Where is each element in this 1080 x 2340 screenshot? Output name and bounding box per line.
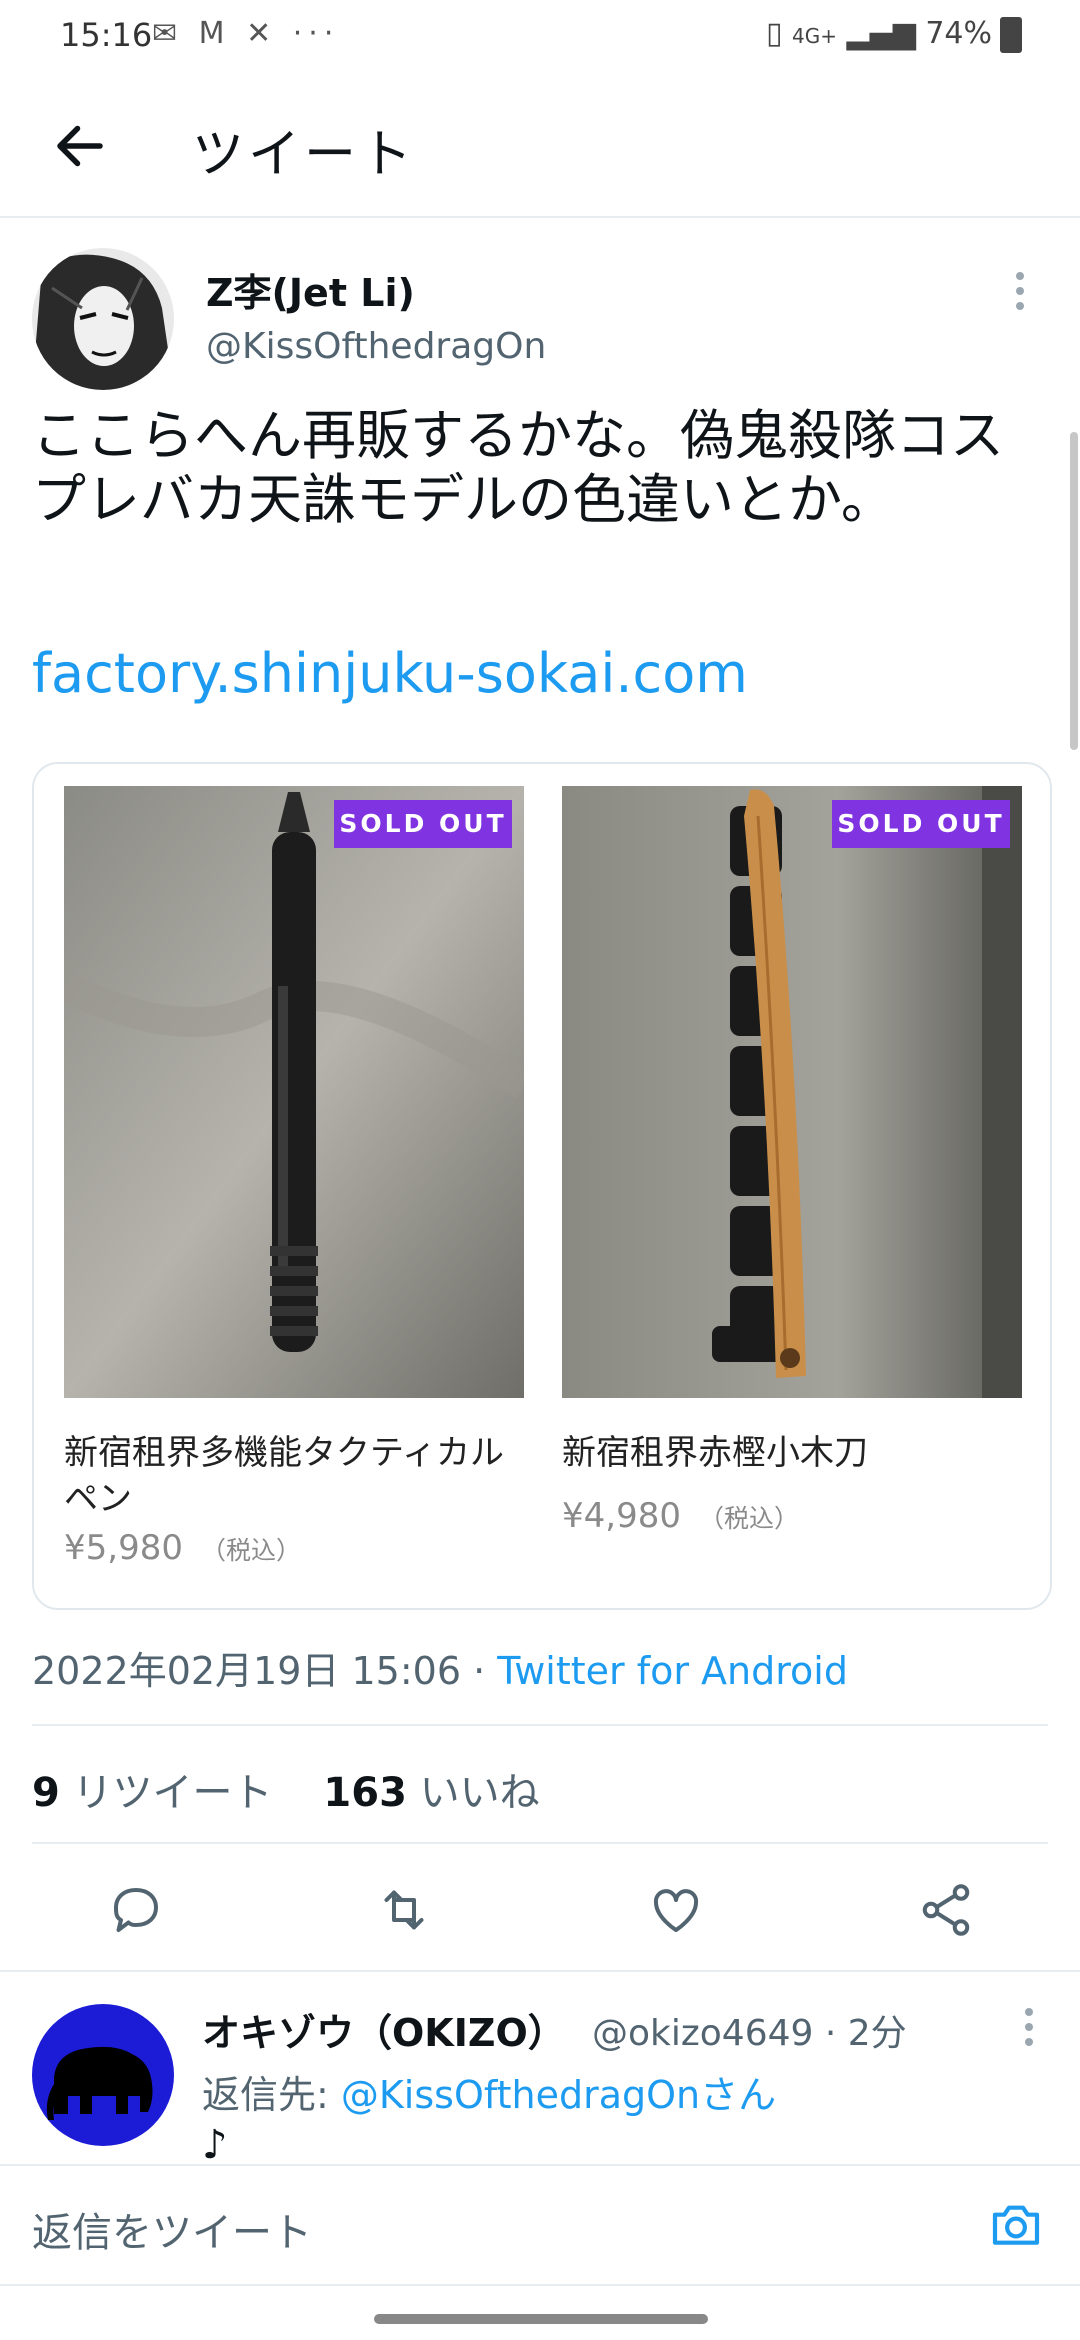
share-icon[interactable]	[916, 1880, 976, 1940]
product-name[interactable]: 新宿租界多機能タクティカルペン	[64, 1430, 524, 1522]
like-icon[interactable]	[646, 1880, 706, 1940]
more-options-icon[interactable]	[1014, 272, 1026, 317]
retweet-icon[interactable]	[374, 1880, 434, 1940]
vibrate-icon: ▯	[765, 16, 783, 51]
author-name[interactable]: Z李(Jet Li)	[206, 262, 415, 317]
retweet-label: リツイート	[72, 1770, 273, 1816]
tweet-meta: 2022年02月19日 15:06 · Twitter for Android	[32, 1640, 848, 1695]
back-arrow-icon[interactable]	[50, 116, 110, 176]
tweet-source[interactable]: Twitter for Android	[497, 1649, 848, 1693]
tweet-text: ここらへん再販するかな。偽鬼殺隊コスプレバカ天誅モデルの色違いとか。	[32, 404, 1004, 531]
compose-bar: 返信をツイート	[0, 2164, 1080, 2286]
product-price: ¥5,980 （税込）	[64, 1528, 301, 1568]
battery-icon	[1000, 16, 1022, 53]
reply-to-prefix: 返信先:	[202, 2073, 341, 2117]
elephant-avatar	[32, 2004, 174, 2146]
product-image-pen[interactable]: SOLD OUT	[64, 786, 524, 1398]
price-value: ¥5,980	[64, 1528, 183, 1568]
reply-text: ♪	[202, 2122, 228, 2168]
pen-photo	[64, 786, 524, 1398]
bokken-photo	[562, 786, 1022, 1398]
network-type: 4G+	[792, 24, 837, 48]
more-options-icon[interactable]	[1024, 2008, 1034, 2053]
reply-to-mention[interactable]: @KissOfthedragOnさん	[341, 2073, 776, 2117]
app-header: ツイート	[0, 72, 1080, 218]
product-name[interactable]: 新宿租界赤樫小木刀	[562, 1430, 1022, 1476]
avatar-illustration	[32, 248, 174, 390]
reply-input[interactable]: 返信をツイート	[32, 2200, 312, 2258]
reply-avatar[interactable]	[32, 2004, 174, 2146]
reply-icon[interactable]	[106, 1880, 166, 1940]
tax-note: （税込）	[698, 1504, 799, 1533]
home-indicator[interactable]	[374, 2314, 708, 2324]
retweet-count: 9	[32, 1770, 60, 1816]
like-stat[interactable]: 163 いいね	[323, 1770, 539, 1816]
like-label: いいね	[419, 1770, 540, 1816]
status-right: ▯ 4G+ ▂▄▆ 74%	[766, 16, 1022, 53]
meta-separator: ·	[461, 1649, 498, 1693]
tweet-link[interactable]: factory.shinjuku-sokai.com	[32, 642, 748, 705]
tweet-stats: 9 リツイート 163 いいね	[32, 1760, 540, 1818]
page-title: ツイート	[192, 125, 417, 185]
tweet-actions	[0, 1880, 1080, 1970]
status-bar: 15:16 ✉ M ✕ ··· ▯ 4G+ ▂▄▆ 74%	[0, 0, 1080, 72]
signal-icon: ▂▄▆	[846, 16, 916, 51]
price-value: ¥4,980	[562, 1496, 681, 1536]
tweet-timestamp: 2022年02月19日 15:06	[32, 1649, 462, 1693]
retweet-stat[interactable]: 9 リツイート	[32, 1770, 273, 1816]
reply-author-name[interactable]: オキゾウ（OKIZO）	[202, 2002, 566, 2057]
divider	[32, 1842, 1048, 1844]
product-image-bokken[interactable]: SOLD OUT	[562, 786, 1022, 1398]
battery-level: 74%	[925, 16, 992, 51]
scrollbar[interactable]	[1070, 432, 1078, 750]
reply-to: 返信先: @KissOfthedragOnさん	[202, 2064, 776, 2119]
divider	[0, 1970, 1080, 1972]
notification-icons: ✉ M ✕ ···	[152, 16, 340, 51]
reply-handle-time[interactable]: @okizo4649 · 2分	[592, 2004, 907, 2056]
tax-note: （税込）	[200, 1536, 301, 1565]
sold-out-badge: SOLD OUT	[832, 800, 1010, 848]
status-time: 15:16	[60, 16, 153, 54]
author-avatar[interactable]	[32, 248, 174, 390]
like-count: 163	[323, 1770, 407, 1816]
sold-out-badge: SOLD OUT	[334, 800, 512, 848]
divider	[32, 1724, 1048, 1726]
product-card[interactable]: SOLD OUT SOLD OUT 新宿租界多機能タクティカルペン ¥5,980…	[32, 762, 1052, 1610]
product-price: ¥4,980 （税込）	[562, 1496, 799, 1536]
author-handle[interactable]: @KissOfthedragOn	[206, 326, 546, 367]
camera-icon[interactable]	[988, 2196, 1044, 2252]
